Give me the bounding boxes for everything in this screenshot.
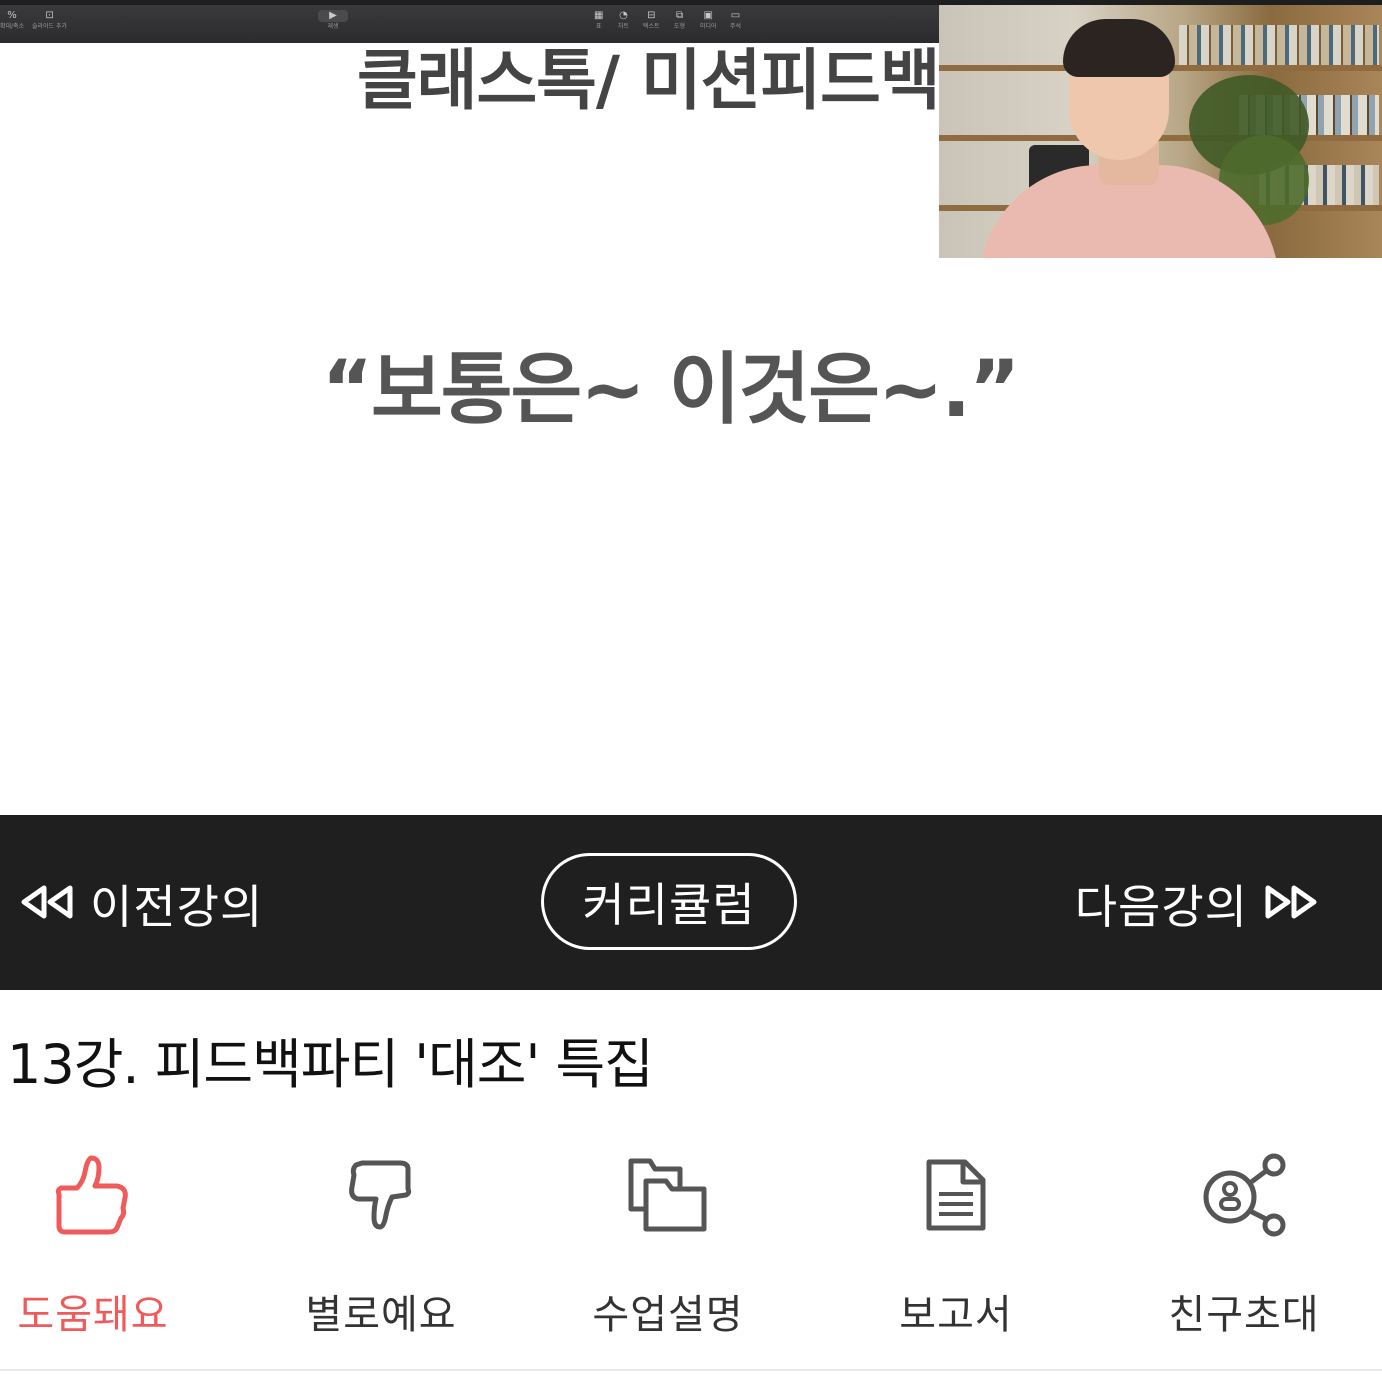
report-button[interactable]: 보고서 <box>846 1150 1066 1340</box>
toolbar-media: ▣ 미디어 <box>700 10 717 32</box>
next-lecture-label: 다음강의 <box>1074 880 1248 934</box>
toolbar-label: 도형 <box>674 23 686 30</box>
helpful-button[interactable]: 도움돼요 <box>0 1150 203 1340</box>
next-lecture-button[interactable]: 다음강의 <box>1075 868 1320 940</box>
invite-friend-button[interactable]: 친구초대 <box>1134 1150 1354 1340</box>
lecture-title: 13강. 피드백파티 '대조' 특집 <box>7 1033 654 1096</box>
toolbar-table: ▦ 표 <box>594 10 603 32</box>
lecture-video[interactable]: % 확대/축소 ⊡ 슬라이드 추가 ▶ 재생 ▦ 표 ◔ 차트 ⊟ 텍스트 ⧉ … <box>0 0 1382 815</box>
thumbs-down-icon <box>336 1150 426 1240</box>
zoom-value: % <box>7 10 17 21</box>
prev-lecture-button[interactable]: 이전강의 <box>18 868 263 940</box>
helpful-label: 도움돼요 <box>17 1292 169 1338</box>
table-icon: ▦ <box>594 10 604 21</box>
toolbar-label: 슬라이드 추가 <box>32 23 68 30</box>
document-icon <box>911 1150 1001 1240</box>
prev-lecture-label: 이전강의 <box>90 880 264 934</box>
toolbar-label: 주석 <box>730 23 742 30</box>
curriculum-button[interactable]: 커리큘럼 <box>541 853 797 950</box>
play-icon: ▶ <box>318 10 348 22</box>
toolbar-label: 차트 <box>618 23 630 30</box>
toolbar-comment: ▭ 주석 <box>730 10 741 32</box>
toolbar-label: 표 <box>595 23 602 30</box>
folders-icon <box>623 1150 713 1240</box>
toolbar-zoom: % 확대/축소 <box>0 10 24 32</box>
toolbar-label: 미디어 <box>700 23 717 30</box>
add-slide-icon: ⊡ <box>45 10 54 21</box>
presenter-hair <box>1063 19 1175 77</box>
toolbar-chart: ◔ 차트 <box>618 10 629 32</box>
divider <box>0 1369 1382 1371</box>
toolbar-text: ⊟ 텍스트 <box>643 10 660 32</box>
text-icon: ⊟ <box>647 10 656 21</box>
not-helpful-button[interactable]: 별로예요 <box>271 1150 491 1340</box>
toolbar-shape: ⧉ 도형 <box>674 10 685 32</box>
class-description-label: 수업설명 <box>592 1292 744 1338</box>
webcam-overlay <box>939 5 1382 258</box>
rewind-icon <box>18 884 76 924</box>
slide-quote: “보통은~ 이것은~.” <box>321 345 1021 435</box>
not-helpful-label: 별로예요 <box>305 1292 457 1338</box>
toolbar-add-slide: ⊡ 슬라이드 추가 <box>32 10 67 32</box>
slide-title: 클래스톡/ 미션피드백 <box>357 42 941 119</box>
chart-icon: ◔ <box>619 10 628 21</box>
report-label: 보고서 <box>899 1292 1013 1338</box>
comment-icon: ▭ <box>730 10 741 21</box>
shape-icon: ⧉ <box>675 10 684 21</box>
curriculum-label: 커리큘럼 <box>582 877 756 932</box>
share-icon <box>1199 1150 1289 1240</box>
toolbar-label: 재생 <box>327 23 339 30</box>
toolbar-label: 확대/축소 <box>0 23 25 30</box>
class-description-button[interactable]: 수업설명 <box>558 1150 778 1340</box>
toolbar-play: ▶ 재생 <box>318 10 348 32</box>
fast-forward-icon <box>1262 884 1320 924</box>
media-icon: ▣ <box>703 10 713 21</box>
toolbar-label: 텍스트 <box>643 23 660 30</box>
invite-friend-label: 친구초대 <box>1168 1292 1320 1338</box>
thumbs-up-icon <box>48 1150 138 1240</box>
books <box>1179 25 1379 65</box>
